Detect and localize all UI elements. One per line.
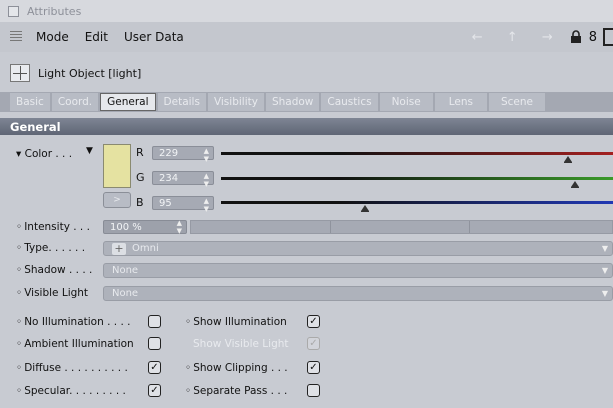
slider-divider [468, 221, 470, 233]
no-illumination-checkbox[interactable] [148, 315, 161, 328]
diffuse-label: Diffuse . . . . . . . . . . [16, 362, 128, 374]
chevron-down-icon: ▼ [601, 266, 608, 275]
channel-r-slider[interactable] [221, 152, 613, 155]
tab-caustics[interactable]: Caustics [321, 93, 378, 111]
link-count[interactable]: 8 [589, 30, 597, 45]
tab-lens[interactable]: Lens [434, 93, 487, 111]
new-manager-icon[interactable] [603, 28, 613, 46]
tab-bar: Basic Coord. General Details Visibility … [0, 92, 613, 112]
section-title: General [10, 119, 61, 134]
plus-icon: + [112, 242, 126, 255]
channel-g-label: G [136, 171, 145, 184]
intensity-field[interactable]: 100 % ▲ ▼ [103, 219, 187, 235]
tab-general[interactable]: General [100, 93, 156, 111]
channel-b-knob[interactable] [360, 205, 369, 212]
channel-g-value: 234 [159, 172, 179, 184]
window-titlebar: Attributes [0, 0, 613, 22]
channel-g-knob[interactable] [571, 181, 580, 188]
stepper-icon[interactable]: ▲ ▼ [204, 172, 209, 188]
lock-icon[interactable] [569, 30, 583, 44]
channel-b-value: 95 [159, 197, 172, 209]
color-swatch[interactable] [103, 144, 131, 188]
type-value: Omni [132, 243, 159, 254]
channel-r-knob[interactable] [563, 156, 572, 163]
intensity-slider[interactable] [190, 220, 613, 234]
tab-coord[interactable]: Coord. [51, 93, 99, 111]
grip-icon[interactable] [10, 31, 22, 43]
shadow-value: None [112, 265, 139, 276]
menu-edit[interactable]: Edit [85, 30, 108, 44]
tab-basic[interactable]: Basic [10, 93, 50, 111]
slider-divider [329, 221, 331, 233]
stepper-icon[interactable]: ▲ ▼ [177, 219, 182, 235]
tab-visibility[interactable]: Visibility [207, 93, 264, 111]
menu-bar: Mode Edit User Data ← ↑ → 8 [0, 22, 613, 52]
show-visible-light-label: Show Visible Light [193, 338, 289, 350]
section-header: General [0, 118, 613, 135]
show-visible-light-checkbox: ✓ [307, 337, 320, 350]
specular-checkbox[interactable]: ✓ [148, 384, 161, 397]
shadow-dropdown[interactable]: None ▼ [103, 263, 613, 278]
chevron-down-icon: ▼ [601, 244, 608, 253]
color-label: ▾ Color . . . [16, 148, 73, 160]
channel-b-label: B [136, 196, 144, 209]
tab-details[interactable]: Details [157, 93, 206, 111]
channel-r-value: 229 [159, 147, 179, 159]
visible-light-dropdown[interactable]: None ▼ [103, 286, 613, 301]
channel-b-slider[interactable] [221, 201, 613, 204]
show-illumination-checkbox[interactable]: ✓ [307, 315, 320, 328]
ambient-illumination-checkbox[interactable] [148, 337, 161, 350]
separate-pass-label: Separate Pass . . . [185, 385, 287, 397]
menu-user-data[interactable]: User Data [124, 30, 184, 44]
channel-r-label: R [136, 146, 144, 159]
object-title: Light Object [light] [38, 66, 142, 80]
visible-light-label: Visible Light [16, 287, 88, 299]
color-mode-toggle[interactable]: > [103, 192, 131, 208]
no-illumination-label: No Illumination . . . . [16, 316, 130, 328]
visible-light-value: None [112, 288, 139, 299]
channel-g-slider[interactable] [221, 177, 613, 180]
tab-scene[interactable]: Scene [488, 93, 545, 111]
window-icon [8, 5, 19, 17]
show-clipping-label: Show Clipping . . . [185, 362, 287, 374]
color-label-text: Color . . . [24, 148, 73, 160]
intensity-value: 100 % [110, 221, 142, 233]
tab-noise[interactable]: Noise [379, 93, 433, 111]
channel-r-field[interactable]: 229 ▲ ▼ [152, 146, 214, 163]
type-dropdown[interactable]: + Omni ▼ [103, 241, 613, 256]
intensity-label: Intensity . . . [16, 221, 90, 233]
chevron-down-icon: ▼ [601, 289, 608, 298]
show-illumination-label: Show Illumination [185, 316, 287, 328]
color-dropdown-icon[interactable]: ▼ [86, 146, 93, 156]
channel-g-field[interactable]: 234 ▲ ▼ [152, 171, 214, 188]
show-clipping-checkbox[interactable]: ✓ [307, 361, 320, 374]
specular-label: Specular. . . . . . . . . [16, 385, 126, 397]
menu-mode[interactable]: Mode [36, 30, 69, 44]
stepper-icon[interactable]: ▲ ▼ [204, 147, 209, 163]
stepper-icon[interactable]: ▲ ▼ [204, 197, 209, 213]
shadow-label: Shadow . . . . [16, 264, 92, 276]
diffuse-checkbox[interactable]: ✓ [148, 361, 161, 374]
separate-pass-checkbox[interactable] [307, 384, 320, 397]
channel-b-field[interactable]: 95 ▲ ▼ [152, 196, 214, 213]
ambient-illumination-label: Ambient Illumination [16, 338, 134, 350]
tab-shadow[interactable]: Shadow [265, 93, 320, 111]
type-label: Type. . . . . . [16, 242, 85, 254]
window-title: Attributes [27, 4, 82, 18]
light-object-icon [10, 64, 30, 82]
object-header: Light Object [light] [0, 60, 613, 86]
nav-arrows-icon[interactable]: ← ↑ → [472, 30, 563, 45]
